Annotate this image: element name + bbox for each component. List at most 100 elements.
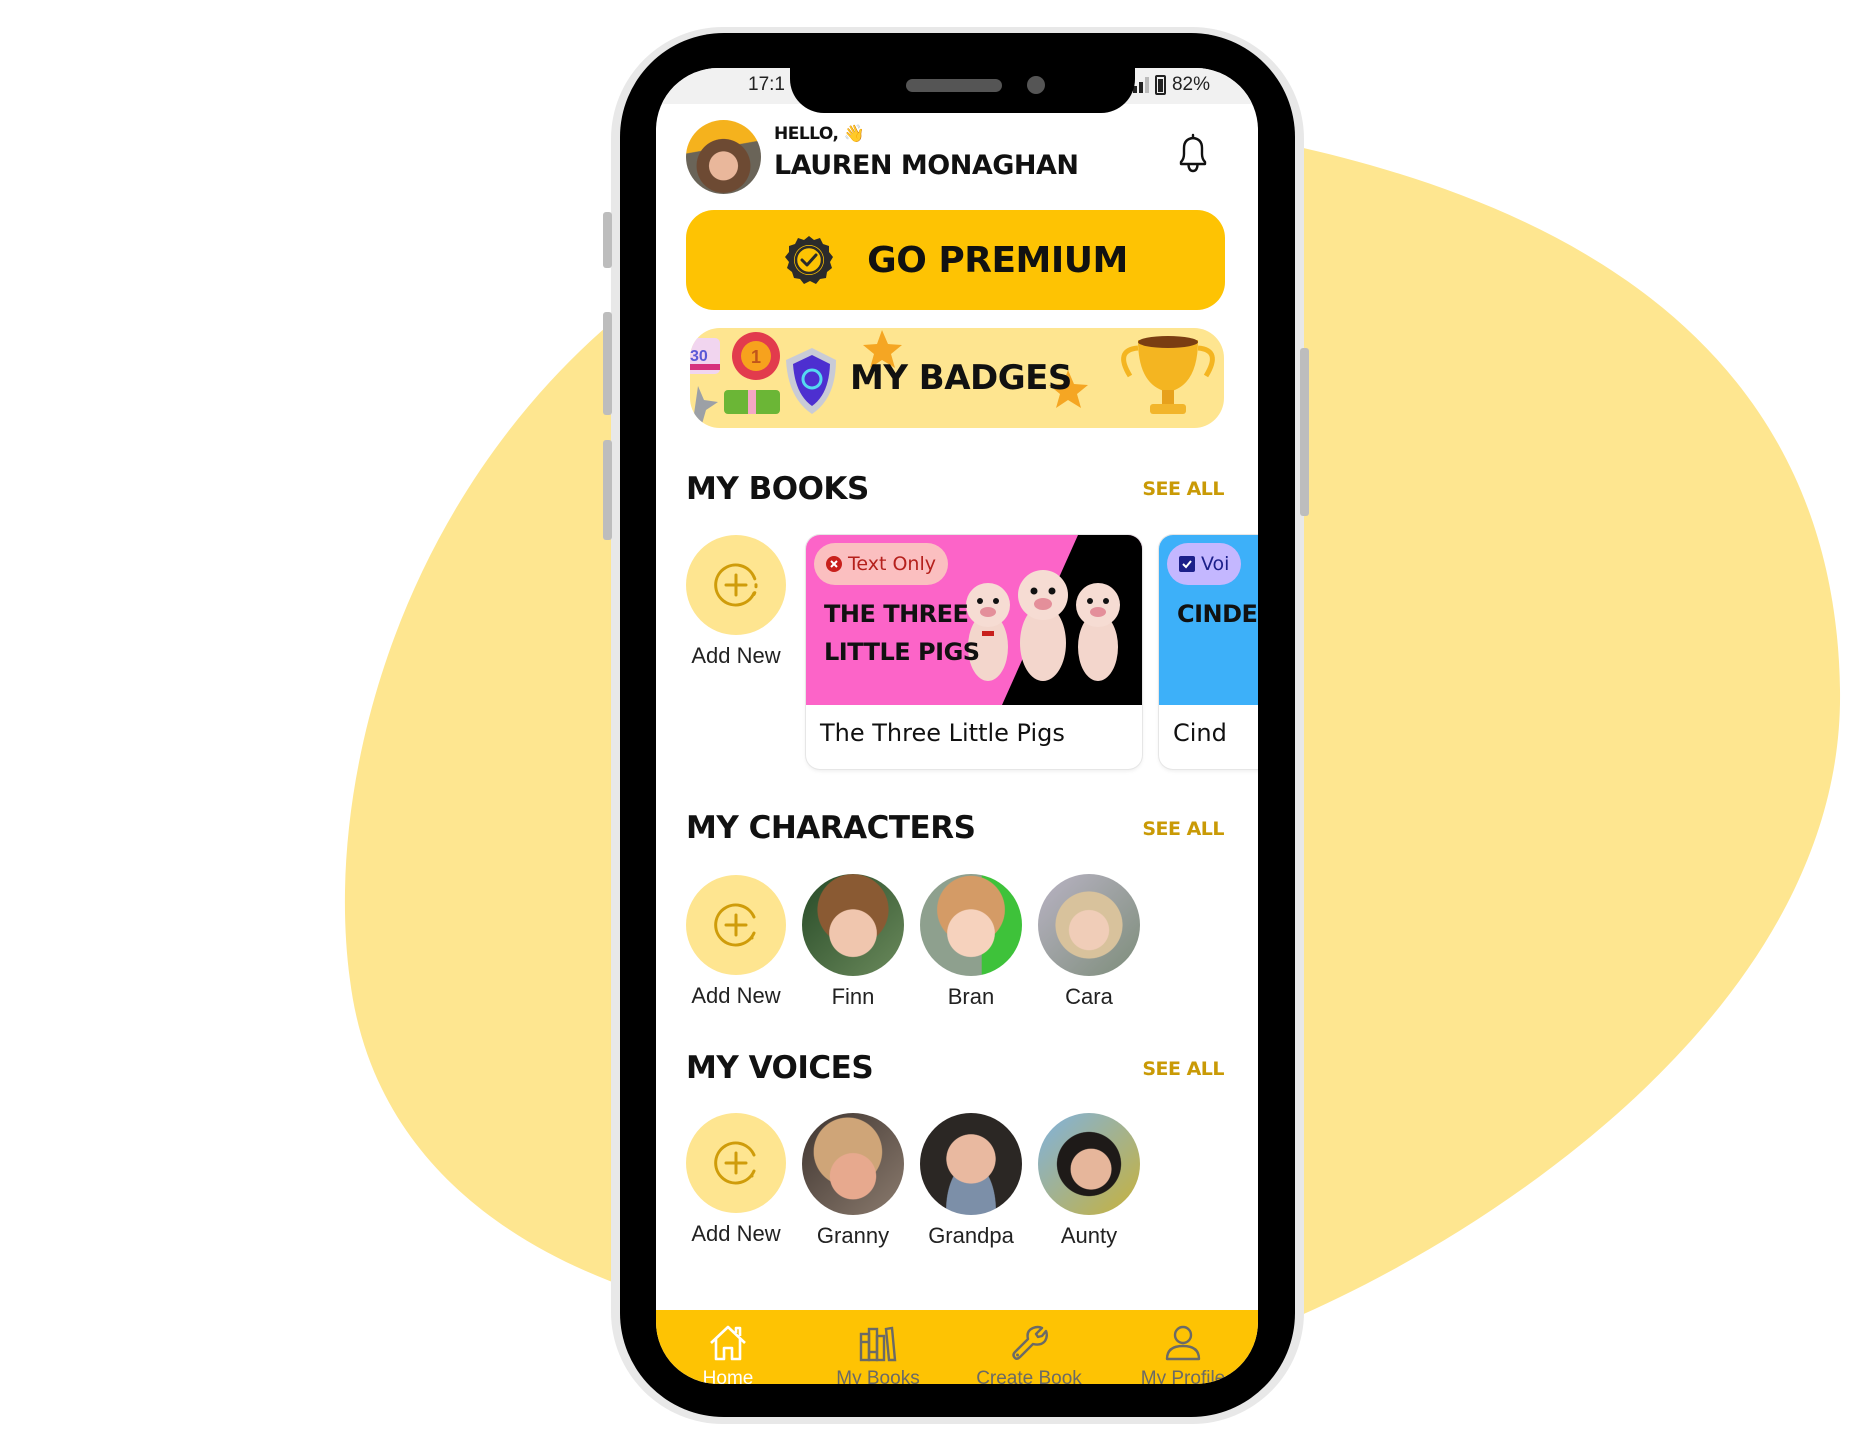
add-character-label: Add New [691,983,781,1008]
cover-title: The Three Little Pigs [824,595,980,671]
phone-volume-up-button [603,312,612,415]
my-characters-see-all-link[interactable]: See All [1142,818,1224,840]
signal-icon [1132,77,1149,93]
my-books-title: My Books [686,471,869,507]
add-circle [686,535,786,635]
tag-label: Text Only [848,553,936,575]
notification-bell-icon[interactable] [1175,132,1211,176]
trophy-icon [1121,336,1215,414]
cover-title-line: Little Pigs [824,638,980,666]
x-circle-icon [826,556,842,572]
go-premium-button[interactable]: Go Premium [686,210,1225,310]
shield-badge-icon [786,348,836,414]
plus-circle-icon [714,1141,756,1185]
calendar-badge-icon: 30 [690,338,720,374]
add-voice-label: Add New [691,1221,781,1246]
voice-name: Aunty [1060,1223,1118,1248]
profile-icon [1165,1325,1201,1361]
book-title: Cind [1173,719,1227,747]
cover-title: Cinderella [1177,595,1258,633]
add-circle [686,1113,786,1213]
my-books-see-all-link[interactable]: See All [1142,478,1224,500]
header: Hello, 👋 Lauren Monaghan [686,120,1231,194]
voice-photo [1038,1113,1140,1215]
nav-home-label: Home [702,1368,754,1384]
add-book-button[interactable]: Add New [686,535,786,669]
character-photo [1038,874,1140,976]
book-cover: Text Only The Three Little Pigs [806,535,1142,705]
status-indicators: 82% [1132,74,1210,96]
add-circle [686,875,786,975]
voice-tag: Voi [1167,543,1242,585]
user-name: Lauren Monaghan [774,150,1079,181]
my-characters-title: My Characters [686,810,976,846]
go-premium-label: Go Premium [867,239,1128,281]
voice-photo [920,1113,1022,1215]
character-name: Cara [1065,984,1113,1009]
user-avatar[interactable] [686,120,761,194]
voice-aunty[interactable]: Aunty [1037,1113,1141,1249]
book-title: The Three Little Pigs [820,719,1065,747]
battery-icon [1154,75,1166,95]
medal-badge-icon: 1 [732,332,780,380]
nav-create-book[interactable]: Create Book [954,1310,1104,1384]
battery-percent: 82% [1171,74,1210,95]
nav-my-books-label: My Books [836,1368,920,1384]
book-card-three-little-pigs[interactable]: Text Only The Three Little Pigs The Thre… [806,535,1142,769]
character-name: Finn [831,984,875,1009]
bottom-nav: Home My Books Create Book My Profile [656,1310,1258,1384]
character-photo [802,874,904,976]
book-cover: Voi Cinderella [1159,535,1258,705]
character-photo [920,874,1022,976]
plus-circle-icon [714,903,756,947]
svg-text:1: 1 [751,347,761,367]
voice-name: Grandpa [928,1223,1014,1248]
voice-name: Granny [816,1223,890,1248]
nav-home[interactable]: Home [656,1310,803,1384]
nav-my-books[interactable]: My Books [803,1310,953,1384]
cash-badge-icon [724,390,780,414]
character-bran[interactable]: Bran [919,874,1023,1010]
wave-icon: 👋 [843,124,865,144]
character-finn[interactable]: Finn [801,874,905,1010]
verified-badge-icon [785,236,834,284]
svg-text:30: 30 [690,348,708,365]
my-badges-banner[interactable]: 30 1 My Badges [690,328,1224,428]
phone-notch [790,33,1135,113]
phone-speaker [906,79,1002,92]
pig-figure-icon [1076,583,1120,681]
add-voice-button[interactable]: Add New [686,1113,786,1247]
character-cara[interactable]: Cara [1037,874,1141,1010]
voice-granny[interactable]: Granny [801,1113,905,1249]
home-icon [710,1325,746,1361]
my-badges-label: My Badges [850,358,1072,398]
books-icon [859,1326,897,1362]
plus-circle-icon [714,563,758,607]
cover-title-line: Cinderella [1177,600,1258,628]
tag-label: Voi [1201,553,1230,575]
cover-title-line: The Three [824,600,969,628]
nav-create-book-label: Create Book [976,1368,1082,1384]
front-camera [1027,76,1045,94]
voice-grandpa[interactable]: Grandpa [919,1113,1023,1249]
greeting-text: Hello, [774,124,839,144]
greeting: Hello, 👋 [774,124,865,144]
app-screen: 17:1 82% Hello, 👋 Lauren Monaghan Go Pre… [656,68,1258,1384]
add-book-label: Add New [691,643,781,668]
text-only-tag: Text Only [814,543,948,585]
book-card-cinderella[interactable]: Voi Cinderella Cind [1159,535,1258,769]
checkbox-icon [1179,556,1195,572]
my-voices-see-all-link[interactable]: See All [1142,1058,1224,1080]
nav-my-profile-label: My Profile [1140,1368,1226,1384]
phone-silent-switch [603,212,612,268]
pig-figure-icon [1018,570,1068,681]
wrench-icon [1012,1325,1048,1360]
nav-my-profile[interactable]: My Profile [1108,1310,1258,1384]
phone-volume-down-button [603,440,612,540]
status-time: 17:1 [748,74,785,95]
add-character-button[interactable]: Add New [686,875,786,1009]
character-name: Bran [947,984,995,1009]
my-voices-title: My Voices [686,1050,874,1086]
voice-photo [802,1113,904,1215]
silver-star-icon [694,386,718,424]
